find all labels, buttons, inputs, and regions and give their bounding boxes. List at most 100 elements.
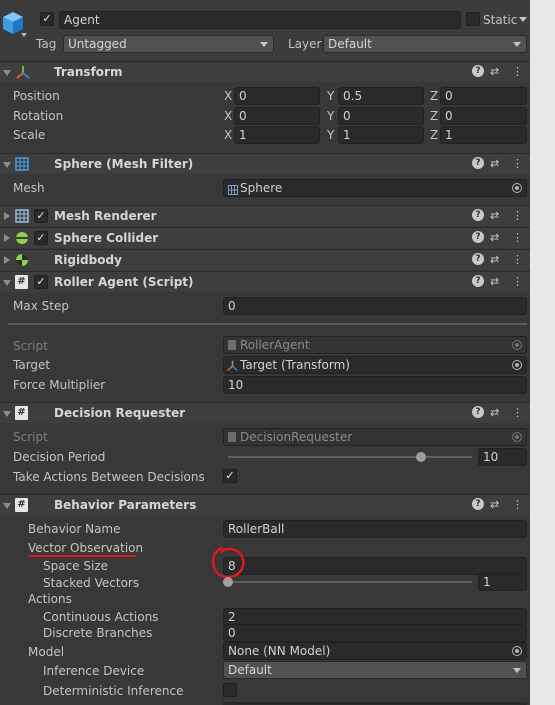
decision-requester-more-icon[interactable]: ⋮ [512,406,523,420]
mesh-renderer-more-icon[interactable]: ⋮ [512,209,523,223]
tag-value: Untagged [68,37,127,51]
script-picker-icon [512,340,522,350]
decision-period-field[interactable]: 10 [478,448,527,466]
transform-foldout-icon[interactable] [3,70,11,76]
decision-requester-script-icon: # [15,406,28,420]
target-transform-icon [227,359,238,373]
static-label[interactable]: Static [483,13,517,27]
mesh-renderer-enabled-checkbox[interactable]: ✓ [34,209,48,223]
rotation-x-field[interactable]: 0 [234,107,320,125]
behavior-name-field[interactable]: RollerBall [223,520,527,538]
deterministic-inference-checkbox[interactable] [223,683,237,697]
transform-header[interactable]: Transform ? ⇄ ⋮ [0,61,530,82]
roller-agent-presets-icon[interactable]: ⇄ [490,275,499,289]
stacked-vectors-label: Stacked Vectors [43,576,140,590]
mesh-filter-more-icon[interactable]: ⋮ [512,157,523,171]
dr-script-label: Script [13,430,48,444]
force-multiplier-label: Force Multiplier [13,378,106,392]
position-x-field[interactable]: 0 [234,87,320,105]
layer-value: Default [328,37,372,51]
mesh-filter-foldout-icon[interactable] [3,162,11,168]
max-step-field[interactable]: 0 [223,297,527,315]
mesh-filter-presets-icon[interactable]: ⇄ [490,157,499,171]
mesh-object-field[interactable]: Sphere [223,179,527,197]
rigidbody-help-icon[interactable]: ? [472,253,484,265]
rotation-y-field[interactable]: 0 [338,107,424,125]
model-label: Model [28,645,65,659]
roller-agent-enabled-checkbox[interactable]: ✓ [34,275,48,289]
discrete-branches-field[interactable]: 0 [223,624,527,642]
roller-agent-header-icons: ? ⇄ ⋮ [472,275,523,289]
gameobject-active-checkbox[interactable]: ✓ [40,12,54,26]
mesh-small-grid-icon [228,183,238,196]
behavior-parameters-help-icon[interactable]: ? [472,498,484,510]
rigidbody-more-icon[interactable]: ⋮ [512,253,523,267]
mesh-renderer-title: Mesh Renderer [54,209,157,223]
mesh-renderer-presets-icon[interactable]: ⇄ [490,209,499,223]
scale-y-field[interactable]: 1 [338,126,424,144]
force-multiplier-field[interactable]: 10 [223,376,527,394]
roller-agent-header[interactable]: # ✓ Roller Agent (Script) ? ⇄ ⋮ [0,271,530,292]
sphere-collider-enabled-checkbox[interactable]: ✓ [34,231,48,245]
roller-agent-foldout-icon[interactable] [3,280,11,286]
vector-observation-label[interactable]: Vector Observation [28,541,143,555]
behavior-parameters-more-icon[interactable]: ⋮ [512,498,523,512]
model-object-field[interactable]: None (NN Model) [223,642,527,660]
mesh-renderer-foldout-icon[interactable] [4,212,10,220]
target-object-field[interactable]: Target (Transform) [223,356,527,374]
decision-requester-presets-icon[interactable]: ⇄ [490,406,499,420]
mesh-renderer-help-icon[interactable]: ? [472,209,484,221]
model-picker-icon[interactable] [512,646,522,656]
static-dropdown-caret-icon[interactable] [519,17,527,22]
script-value: RollerAgent [240,338,310,352]
stacked-vectors-slider-knob[interactable] [223,577,233,587]
rotation-z-field[interactable]: 0 [440,107,527,125]
sphere-collider-help-icon[interactable]: ? [472,231,484,243]
scale-x-field[interactable]: 1 [234,126,320,144]
scale-z-field[interactable]: 1 [440,126,527,144]
decision-period-slider-knob[interactable] [415,452,426,462]
mesh-filter-header[interactable]: Sphere (Mesh Filter) ? ⇄ ⋮ [0,153,530,174]
deterministic-inference-label: Deterministic Inference [43,684,184,698]
behavior-parameters-foldout-icon[interactable] [3,503,11,509]
decision-requester-header[interactable]: # Decision Requester ? ⇄ ⋮ [0,402,530,423]
layer-dropdown[interactable]: Default [323,35,527,53]
roller-agent-more-icon[interactable]: ⋮ [512,275,523,289]
inspector-scrollbar[interactable] [530,0,555,705]
scale-label: Scale [13,128,46,142]
behavior-parameters-header[interactable]: # Behavior Parameters ? ⇄ ⋮ [0,494,530,515]
mesh-filter-help-icon[interactable]: ? [472,157,484,169]
inference-device-dropdown[interactable]: Default [223,661,527,679]
position-y-field[interactable]: 0.5 [338,87,424,105]
mesh-value: Sphere [240,181,283,195]
tag-dropdown[interactable]: Untagged [63,35,274,53]
target-picker-icon[interactable] [512,360,522,370]
mesh-renderer-header[interactable]: ✓ Mesh Renderer ? ⇄ ⋮ [0,205,530,226]
gameobject-name-field[interactable]: Agent [59,11,461,29]
static-checkbox[interactable] [466,12,480,26]
take-actions-checkbox[interactable]: ✓ [223,469,237,483]
rigidbody-header[interactable]: Rigidbody ? ⇄ ⋮ [0,249,530,270]
sphere-collider-more-icon[interactable]: ⋮ [512,231,523,245]
mesh-picker-icon[interactable] [512,183,522,193]
transform-presets-icon[interactable]: ⇄ [490,65,499,79]
position-z-field[interactable]: 0 [440,87,527,105]
inference-device-caret-icon [513,668,521,673]
stacked-vectors-field[interactable]: 1 [478,573,527,591]
decision-requester-foldout-icon[interactable] [3,411,11,417]
rigidbody-presets-icon[interactable]: ⇄ [490,253,499,267]
tag-caret-icon [260,42,268,47]
icon-dropdown-caret-icon[interactable] [21,33,27,37]
target-value: Target (Transform) [240,358,350,372]
roller-agent-help-icon[interactable]: ? [472,275,484,287]
behavior-parameters-presets-icon[interactable]: ⇄ [490,498,499,512]
transform-help-icon[interactable]: ? [472,65,484,77]
stacked-vectors-slider-track[interactable] [228,581,472,583]
sphere-collider-header[interactable]: ✓ Sphere Collider ? ⇄ ⋮ [0,227,530,248]
decision-requester-help-icon[interactable]: ? [472,406,484,418]
rigidbody-foldout-icon[interactable] [4,256,10,264]
sphere-collider-presets-icon[interactable]: ⇄ [490,231,499,245]
decision-period-slider-track[interactable] [228,456,472,458]
sphere-collider-foldout-icon[interactable] [4,234,10,242]
transform-more-icon[interactable]: ⋮ [512,65,523,79]
